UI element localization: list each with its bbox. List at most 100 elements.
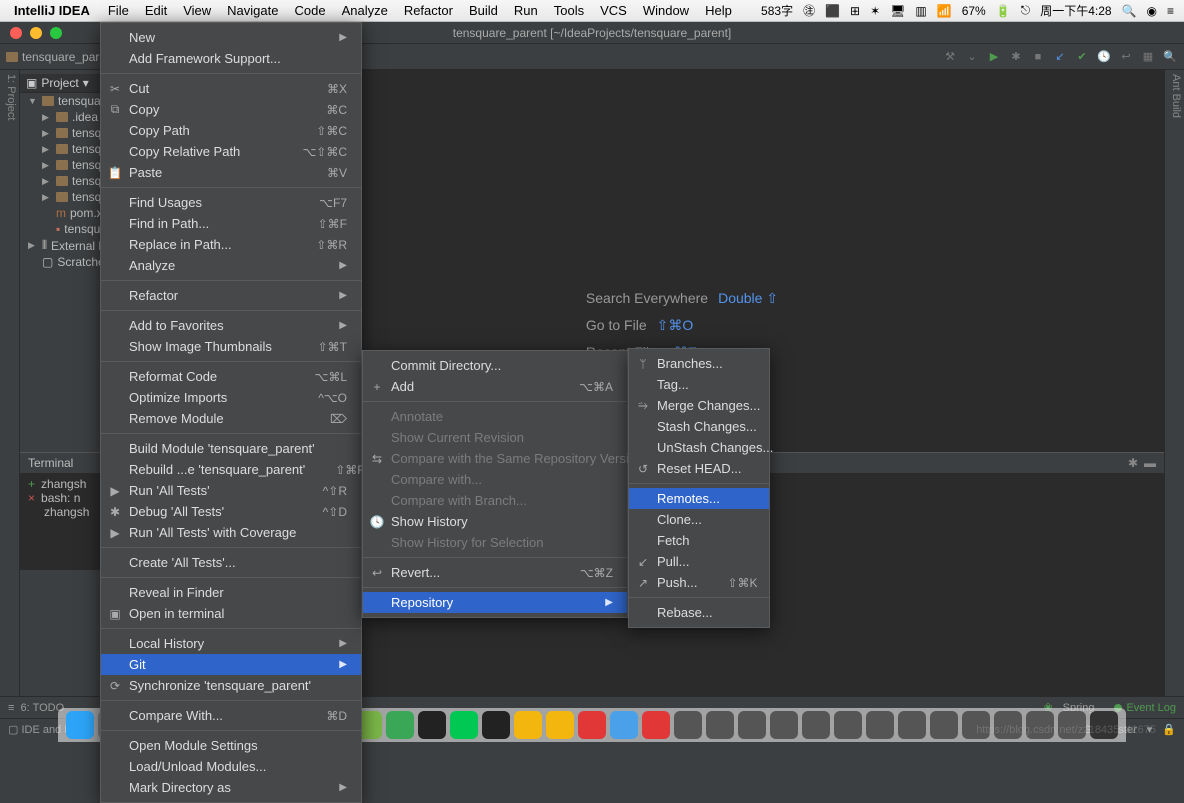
dock-app[interactable] — [866, 711, 894, 739]
menu-item[interactable]: Annotate — [363, 406, 627, 427]
menu-item[interactable]: Compare With...⌘D — [101, 705, 361, 726]
dock-app[interactable] — [386, 711, 414, 739]
context-menu-git[interactable]: Commit Directory...+Add⌥⌘A AnnotateShow C… — [362, 350, 628, 618]
menu-item[interactable]: ▶Run 'All Tests' with Coverage — [101, 522, 361, 543]
menu-item[interactable]: Rebase... — [629, 602, 769, 623]
plus-icon[interactable]: + — [28, 477, 35, 491]
menu-item[interactable]: Analyze▶ — [101, 255, 361, 276]
dock-app[interactable] — [706, 711, 734, 739]
menu-item[interactable]: Find Usages⌥F7 — [101, 192, 361, 213]
mac-menu-refactor[interactable]: Refactor — [404, 3, 453, 18]
dock-app[interactable] — [514, 711, 542, 739]
menu-item[interactable]: Show Image Thumbnails⇧⌘T — [101, 336, 361, 357]
menu-item[interactable]: Remotes... — [629, 488, 769, 509]
stop-icon[interactable]: ■ — [1030, 49, 1046, 65]
context-menu-main[interactable]: New▶Add Framework Support... ✂Cut⌘X⧉Copy⌘… — [100, 22, 362, 803]
mac-menu-file[interactable]: File — [108, 3, 129, 18]
app-name[interactable]: IntelliJ IDEA — [14, 3, 90, 18]
context-menu-repository[interactable]: ᛘBranches...Tag...⭇Merge Changes...Stash… — [628, 348, 770, 628]
menu-item[interactable]: Tag... — [629, 374, 769, 395]
menu-item[interactable]: Local History▶ — [101, 633, 361, 654]
mac-menu-code[interactable]: Code — [294, 3, 325, 18]
menu-item[interactable]: +Add⌥⌘A — [363, 376, 627, 397]
dock-app[interactable] — [674, 711, 702, 739]
build-icon[interactable]: ⚒ — [942, 49, 958, 65]
dock-app[interactable] — [770, 711, 798, 739]
dock-app[interactable] — [546, 711, 574, 739]
dock-app[interactable] — [802, 711, 830, 739]
menu-item[interactable]: ▣Open in terminal — [101, 603, 361, 624]
menu-item[interactable]: Compare with Branch... — [363, 490, 627, 511]
menu-item[interactable]: Reformat Code⌥⌘L — [101, 366, 361, 387]
search-icon[interactable]: 🔍 — [1162, 49, 1178, 65]
debug-icon[interactable]: ✱ — [1008, 49, 1024, 65]
menu-item[interactable]: Show Current Revision — [363, 427, 627, 448]
menu-item[interactable]: Repository▶ — [363, 592, 627, 613]
menu-item[interactable]: Compare with... — [363, 469, 627, 490]
dock-app[interactable] — [930, 711, 958, 739]
menu-item[interactable]: Commit Directory... — [363, 355, 627, 376]
menu-item[interactable]: Remove Module⌦ — [101, 408, 361, 429]
gutter-tab[interactable]: 1: Project — [5, 74, 17, 692]
dock-app[interactable] — [418, 711, 446, 739]
menu-item[interactable]: Show History for Selection — [363, 532, 627, 553]
zoom-icon[interactable] — [50, 27, 62, 39]
vcs-update-icon[interactable]: ↙ — [1052, 49, 1068, 65]
menu-item[interactable]: ⭇Merge Changes... — [629, 395, 769, 416]
menu-item[interactable]: Refactor▶ — [101, 285, 361, 306]
menu-item[interactable]: ⇆Compare with the Same Repository Versio… — [363, 448, 627, 469]
mac-menu-run[interactable]: Run — [514, 3, 538, 18]
menu-item[interactable]: Git▶ — [101, 654, 361, 675]
menu-item[interactable]: ↗Push...⇧⌘K — [629, 572, 769, 593]
right-gutter[interactable]: Ant BuildDatabaseMaven ProjectsRestServi… — [1164, 70, 1184, 696]
gear-icon[interactable]: ✱ — [1128, 456, 1138, 470]
mac-menu-view[interactable]: View — [183, 3, 211, 18]
menu-item[interactable]: Load/Unload Modules... — [101, 756, 361, 777]
menu-item[interactable]: UnStash Changes... — [629, 437, 769, 458]
minimize-icon[interactable] — [30, 27, 42, 39]
menu-item[interactable]: Create 'All Tests'... — [101, 552, 361, 573]
menu-item[interactable]: Clone... — [629, 509, 769, 530]
menu-item[interactable]: ▶Run 'All Tests'^⇧R — [101, 480, 361, 501]
menu-item[interactable]: ᛘBranches... — [629, 353, 769, 374]
menu-item[interactable]: ↩Revert...⌥⌘Z — [363, 562, 627, 583]
menu-item[interactable]: Copy Path⇧⌘C — [101, 120, 361, 141]
mac-menu-analyze[interactable]: Analyze — [342, 3, 388, 18]
mac-menu-navigate[interactable]: Navigate — [227, 3, 278, 18]
run-config[interactable]: ⌄ — [964, 49, 980, 65]
mac-menu-edit[interactable]: Edit — [145, 3, 167, 18]
menu-item[interactable]: Rebuild ...e 'tensquare_parent'⇧⌘F9 — [101, 459, 361, 480]
dock-app[interactable] — [898, 711, 926, 739]
dock-app[interactable] — [578, 711, 606, 739]
menu-item[interactable]: Find in Path...⇧⌘F — [101, 213, 361, 234]
mac-menu-tools[interactable]: Tools — [554, 3, 584, 18]
dock-app[interactable] — [482, 711, 510, 739]
menu-item[interactable]: ✂Cut⌘X — [101, 78, 361, 99]
menu-item[interactable]: Stash Changes... — [629, 416, 769, 437]
traffic-lights[interactable] — [10, 27, 62, 39]
menu-item[interactable]: Build Module 'tensquare_parent' — [101, 438, 361, 459]
menu-item[interactable]: Add to Favorites▶ — [101, 315, 361, 336]
mac-menu-build[interactable]: Build — [469, 3, 498, 18]
dock-app[interactable] — [610, 711, 638, 739]
menu-item[interactable]: 🕓Show History — [363, 511, 627, 532]
close-icon[interactable] — [10, 27, 22, 39]
mac-menu-window[interactable]: Window — [643, 3, 689, 18]
menu-item[interactable]: 📋Paste⌘V — [101, 162, 361, 183]
vcs-commit-icon[interactable]: ✔ — [1074, 49, 1090, 65]
menu-item[interactable]: New▶ — [101, 27, 361, 48]
menu-item[interactable]: ✱Debug 'All Tests'^⇧D — [101, 501, 361, 522]
menu-item[interactable]: Replace in Path...⇧⌘R — [101, 234, 361, 255]
dock-app[interactable] — [66, 711, 94, 739]
lock-icon[interactable]: 🔒 — [1162, 723, 1176, 736]
breadcrumb[interactable]: tensquare_pare — [22, 50, 106, 64]
menu-item[interactable]: Add Framework Support... — [101, 48, 361, 69]
menu-item[interactable]: ⧉Copy⌘C — [101, 99, 361, 120]
vcs-revert-icon[interactable]: ↩ — [1118, 49, 1134, 65]
dock-app[interactable] — [642, 711, 670, 739]
mac-menu-help[interactable]: Help — [705, 3, 732, 18]
menu-item[interactable]: Reveal in Finder — [101, 582, 361, 603]
menu-item[interactable]: Copy Relative Path⌥⇧⌘C — [101, 141, 361, 162]
menu-item[interactable]: Open Module Settings — [101, 735, 361, 756]
gutter-tab[interactable]: Ant Build — [1170, 74, 1182, 692]
